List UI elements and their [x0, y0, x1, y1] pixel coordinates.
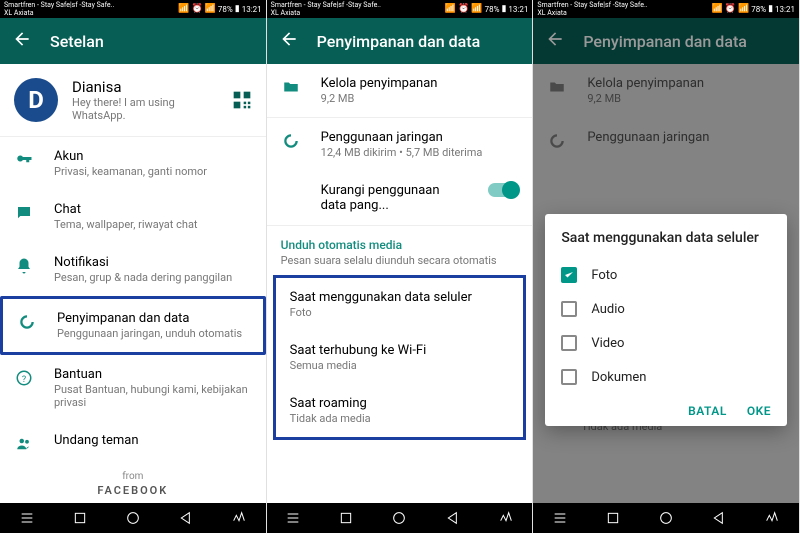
app-bar: Penyimpanan dan data: [267, 18, 533, 64]
item-reduce-data[interactable]: Kurangi penggunaan data pang...: [267, 171, 533, 225]
android-navbar: [0, 503, 266, 533]
highlighted-autodownload-box: Saat menggunakan data selulerFoto Saat t…: [273, 275, 527, 440]
profile-status: Hey there! I am using WhatsApp.: [72, 96, 218, 122]
phone-settings: Smartfren - Stay Safe|sf -Stay Safe.. XL…: [0, 0, 267, 533]
signal-icon: 📶: [205, 4, 216, 14]
phone-storage-data: Smartfren - Stay Safe|sf -Stay Safe..XL …: [267, 0, 534, 533]
volte-icon: 📶: [178, 4, 189, 14]
nav-voice-icon[interactable]: [231, 510, 247, 526]
media-autodownload-dialog: Saat menggunakan data seluler Foto Audio…: [545, 214, 787, 426]
page-title: Penyimpanan dan data: [583, 32, 747, 51]
option-dokumen[interactable]: Dokumen: [561, 360, 771, 394]
help-icon: ?: [14, 367, 34, 387]
nav-home-icon[interactable]: [658, 510, 674, 526]
facebook-label: FACEBOOK: [0, 484, 266, 497]
nav-recent-icon[interactable]: [338, 510, 354, 526]
from-label: from: [0, 471, 266, 482]
status-bar: Smartfren - Stay Safe|sf -Stay Safe..XL …: [533, 0, 799, 18]
nav-home-icon[interactable]: [391, 510, 407, 526]
nav-menu-icon[interactable]: [19, 510, 35, 526]
item-notifications[interactable]: NotifikasiPesan, grup & nada dering pang…: [0, 243, 266, 296]
cancel-button[interactable]: BATAL: [688, 404, 727, 418]
battery-icon: ▮: [235, 4, 240, 14]
nav-recent-icon[interactable]: [72, 510, 88, 526]
qr-icon[interactable]: [232, 90, 252, 110]
nav-home-icon[interactable]: [125, 510, 141, 526]
nav-menu-icon[interactable]: [552, 510, 568, 526]
checkbox-checked-icon[interactable]: [561, 267, 577, 283]
alarm-icon: ⏰: [191, 4, 202, 14]
ok-button[interactable]: OKE: [747, 404, 771, 418]
item-account[interactable]: AkunPrivasi, keamanan, ganti nomor: [0, 137, 266, 190]
item-roaming[interactable]: Saat roamingTidak ada media: [276, 384, 524, 437]
folder-icon: [281, 76, 301, 96]
item-chat[interactable]: ChatTema, wallpaper, riwayat chat: [0, 190, 266, 243]
android-navbar: [533, 503, 799, 533]
dialog-title: Saat menggunakan data seluler: [561, 230, 771, 246]
nav-back-icon[interactable]: [445, 510, 461, 526]
status-bar: Smartfren - Stay Safe|sf -Stay Safe.. XL…: [0, 0, 266, 18]
item-cellular[interactable]: Saat menggunakan data selulerFoto: [276, 278, 524, 331]
section-auto-download-sub: Pesan suara selalu diunduh secara otomat…: [267, 254, 533, 275]
people-icon: [14, 433, 34, 453]
checkbox-icon[interactable]: [561, 335, 577, 351]
nav-voice-icon[interactable]: [498, 510, 514, 526]
back-icon[interactable]: [545, 29, 565, 53]
toggle-switch[interactable]: [488, 183, 518, 197]
profile-name: Dianisa: [72, 78, 218, 96]
nav-recent-icon[interactable]: [605, 510, 621, 526]
back-icon[interactable]: [279, 29, 299, 53]
nav-back-icon[interactable]: [711, 510, 727, 526]
nav-voice-icon[interactable]: [764, 510, 780, 526]
item-invite[interactable]: Undang teman: [0, 421, 266, 465]
chat-icon: [14, 202, 34, 222]
profile-row[interactable]: D Dianisa Hey there! I am using WhatsApp…: [0, 64, 266, 136]
bell-icon: [14, 255, 34, 275]
item-storage-data[interactable]: Penyimpanan dan dataPenggunaan jaringan,…: [0, 296, 266, 355]
phone-dialog: Smartfren - Stay Safe|sf -Stay Safe..XL …: [533, 0, 800, 533]
section-auto-download: Unduh otomatis media: [267, 226, 533, 254]
option-foto[interactable]: Foto: [561, 258, 771, 292]
nav-back-icon[interactable]: [178, 510, 194, 526]
checkbox-icon[interactable]: [561, 301, 577, 317]
app-bar: Setelan: [0, 18, 266, 64]
item-manage-storage[interactable]: Kelola penyimpanan9,2 MB: [267, 64, 533, 117]
avatar: D: [14, 78, 58, 122]
back-icon[interactable]: [12, 29, 32, 53]
item-network-usage[interactable]: Penggunaan jaringan12,4 MB dikirim • 5,7…: [267, 118, 533, 171]
android-navbar: [267, 503, 533, 533]
option-video[interactable]: Video: [561, 326, 771, 360]
svg-text:?: ?: [22, 375, 26, 385]
app-bar: Penyimpanan dan data: [533, 18, 799, 64]
key-icon: [14, 149, 34, 169]
item-help[interactable]: ? BantuanPusat Bantuan, hubungi kami, ke…: [0, 355, 266, 421]
data-usage-icon: [281, 130, 301, 150]
page-title: Penyimpanan dan data: [317, 32, 481, 51]
option-audio[interactable]: Audio: [561, 292, 771, 326]
data-usage-icon: [17, 311, 37, 331]
nav-menu-icon[interactable]: [285, 510, 301, 526]
page-title: Setelan: [50, 32, 104, 51]
checkbox-icon[interactable]: [561, 369, 577, 385]
status-bar: Smartfren - Stay Safe|sf -Stay Safe..XL …: [267, 0, 533, 18]
item-wifi[interactable]: Saat terhubung ke Wi-FiSemua media: [276, 331, 524, 384]
